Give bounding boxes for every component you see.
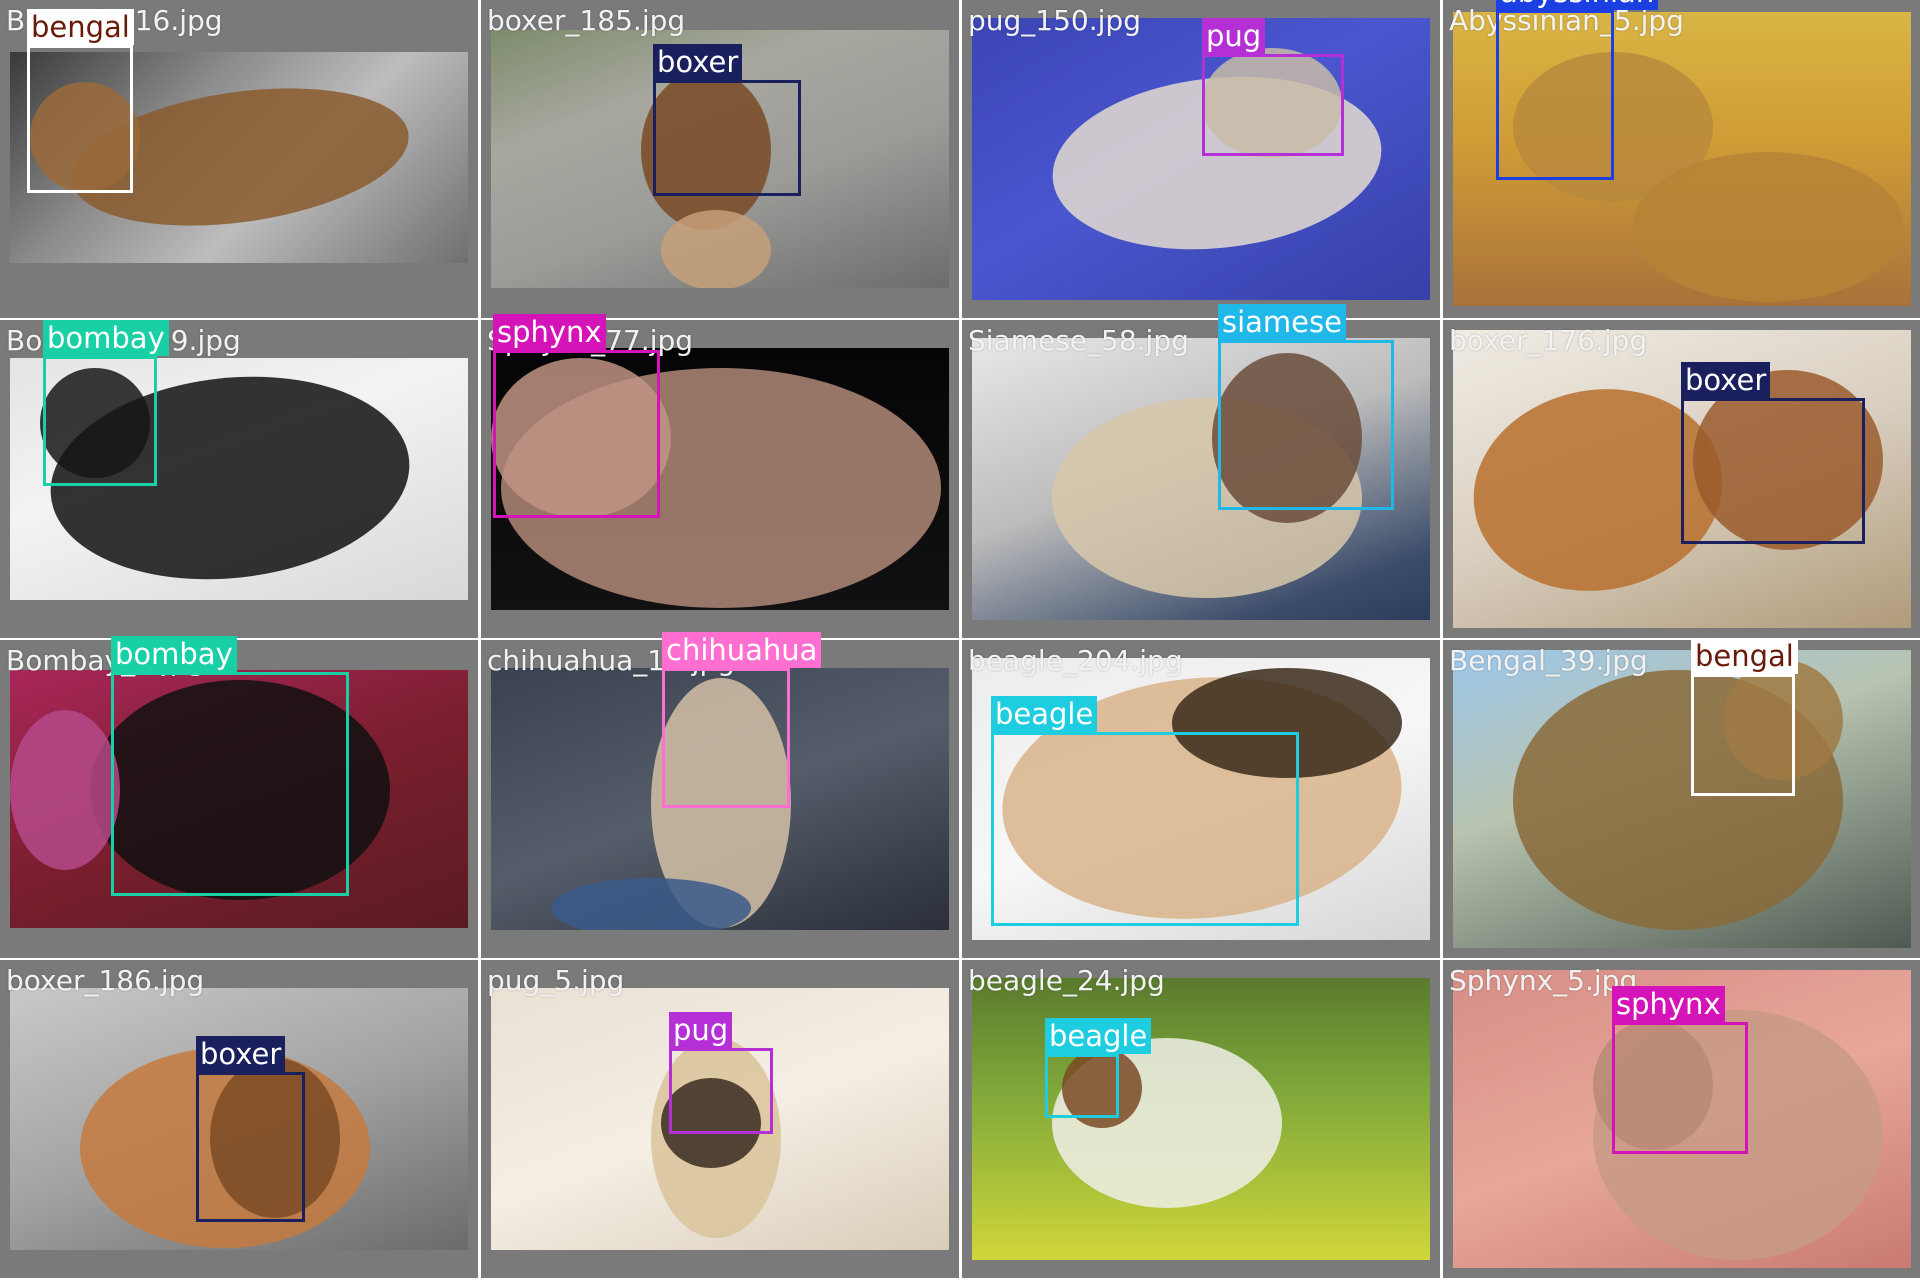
detection-label: bengal — [27, 9, 134, 45]
image-filename: boxer_185.jpg — [487, 4, 686, 37]
detection-box — [196, 1072, 305, 1222]
image-tile: beagle_24.jpg — [962, 960, 1440, 1278]
detection-box — [991, 732, 1299, 926]
detection-label: siamese — [1218, 304, 1346, 340]
image-filename: beagle_204.jpg — [968, 644, 1183, 677]
pet-silhouette — [10, 710, 120, 870]
image-filename: pug_5.jpg — [487, 964, 625, 997]
detection-label: sphynx — [493, 314, 606, 350]
detection-label: chihuahua — [662, 632, 822, 668]
detection-label: abyssinian — [1496, 0, 1659, 10]
detection-box — [1681, 398, 1865, 544]
detection-box — [653, 80, 801, 196]
detection-box — [1218, 340, 1394, 510]
detection-box — [111, 672, 349, 896]
detection-label: bombay — [43, 320, 169, 356]
detection-box — [1045, 1054, 1119, 1118]
image-filename: Siamese_58.jpg — [968, 324, 1189, 357]
detection-label: boxer — [653, 44, 743, 80]
detection-label: beagle — [991, 696, 1098, 732]
detection-label: pug — [1202, 18, 1266, 54]
image-filename: boxer_176.jpg — [1449, 324, 1648, 357]
detection-box — [1202, 54, 1344, 156]
image-tile: Bengal_39.jpg — [1443, 640, 1920, 958]
pet-silhouette — [1633, 152, 1903, 302]
detection-label: beagle — [1045, 1018, 1152, 1054]
image-filename: boxer_186.jpg — [6, 964, 205, 997]
pet-silhouette — [551, 878, 751, 930]
detection-label: boxer — [1681, 362, 1771, 398]
image-tile: pug_150.jpg — [962, 0, 1440, 318]
image-filename: Sphynx_5.jpg — [1449, 964, 1638, 997]
pet-photo — [972, 978, 1430, 1260]
pet-photo — [972, 18, 1430, 300]
detection-label: sphynx — [1612, 986, 1725, 1022]
detection-label: bengal — [1691, 638, 1798, 674]
detection-box — [662, 668, 790, 808]
image-filename: Bengal_39.jpg — [1449, 644, 1648, 677]
image-filename: beagle_24.jpg — [968, 964, 1165, 997]
pet-silhouette — [661, 210, 771, 288]
detection-box — [1496, 10, 1614, 180]
pet-photo — [1453, 650, 1911, 948]
detection-box — [43, 356, 157, 486]
detection-label: bombay — [111, 636, 237, 672]
detection-box — [669, 1048, 773, 1134]
detection-label: pug — [669, 1012, 733, 1048]
detection-mosaic: Bengal_116.jpgbengalboxer_185.jpgboxerpu… — [0, 0, 1920, 1280]
image-filename: pug_150.jpg — [968, 4, 1141, 37]
detection-box — [27, 45, 133, 193]
detection-box — [1612, 1022, 1748, 1154]
detection-box — [1691, 674, 1795, 796]
detection-box — [493, 350, 660, 518]
detection-label: boxer — [196, 1036, 286, 1072]
